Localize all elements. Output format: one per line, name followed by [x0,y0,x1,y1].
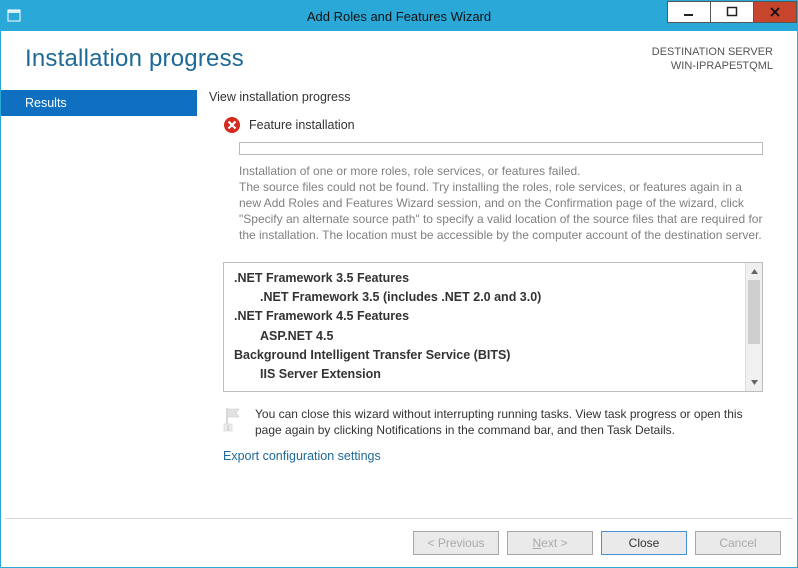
error-message: Installation of one or more roles, role … [239,163,763,244]
progress-bar [239,142,763,155]
error-circle-icon [223,116,241,134]
cancel-button: Cancel [695,531,781,555]
features-list: .NET Framework 3.5 Features .NET Framewo… [224,263,745,391]
sidebar-item-label: Results [25,96,67,110]
footer: < Previous Next > Close Cancel [1,519,797,567]
scroll-track[interactable] [746,280,762,374]
scroll-down-button[interactable] [746,374,762,391]
feature-item: Background Intelligent Transfer Service … [234,346,741,365]
features-scrollbar[interactable] [745,263,762,391]
client-area: Installation progress DESTINATION SERVER… [1,31,797,567]
wizard-window: Add Roles and Features Wizard Installati… [0,0,798,568]
close-window-button[interactable] [753,1,797,23]
header-row: Installation progress DESTINATION SERVER… [1,31,797,74]
window-controls [668,1,797,23]
chevron-up-icon [750,267,759,276]
titlebar[interactable]: Add Roles and Features Wizard [1,1,797,31]
flag-icon: 1 [223,406,245,440]
destination-info: DESTINATION SERVER WIN-IPRAPE5TQML [652,45,773,74]
close-button[interactable]: Close [601,531,687,555]
feature-item: ASP.NET 4.5 [234,327,741,346]
progress-bar-container [239,142,763,155]
error-detail: The source files could not be found. Try… [239,179,763,244]
status-line: Feature installation [223,116,777,134]
close-icon [769,6,781,18]
minimize-button[interactable] [667,1,711,23]
feature-item: .NET Framework 3.5 Features [234,269,741,288]
previous-button: < Previous [413,531,499,555]
feature-item: .NET Framework 4.5 Features [234,307,741,326]
error-summary: Installation of one or more roles, role … [239,163,763,179]
minimize-icon [683,6,695,18]
destination-value: WIN-IPRAPE5TQML [652,59,773,73]
content-row: Results View installation progress Featu… [1,90,797,504]
destination-label: DESTINATION SERVER [652,45,773,59]
main-panel: View installation progress Feature insta… [197,90,797,504]
next-button: Next > [507,531,593,555]
note-row: 1 You can close this wizard without inte… [223,406,763,440]
sidebar-item-results[interactable]: Results [1,90,197,116]
maximize-icon [726,6,738,18]
export-config-link[interactable]: Export configuration settings [223,449,777,463]
app-icon [1,1,29,31]
wizard-steps-sidebar: Results [1,90,197,504]
feature-item: .NET Framework 3.5 (includes .NET 2.0 an… [234,288,741,307]
scroll-up-button[interactable] [746,263,762,280]
chevron-down-icon [750,378,759,387]
note-text: You can close this wizard without interr… [255,406,763,440]
feature-item: IIS Server Extension [234,365,741,384]
status-text: Feature installation [249,118,355,132]
features-box: .NET Framework 3.5 Features .NET Framewo… [223,262,763,392]
maximize-button[interactable] [710,1,754,23]
scroll-thumb[interactable] [748,280,760,344]
main-subtitle: View installation progress [209,90,777,104]
page-title: Installation progress [25,45,244,73]
